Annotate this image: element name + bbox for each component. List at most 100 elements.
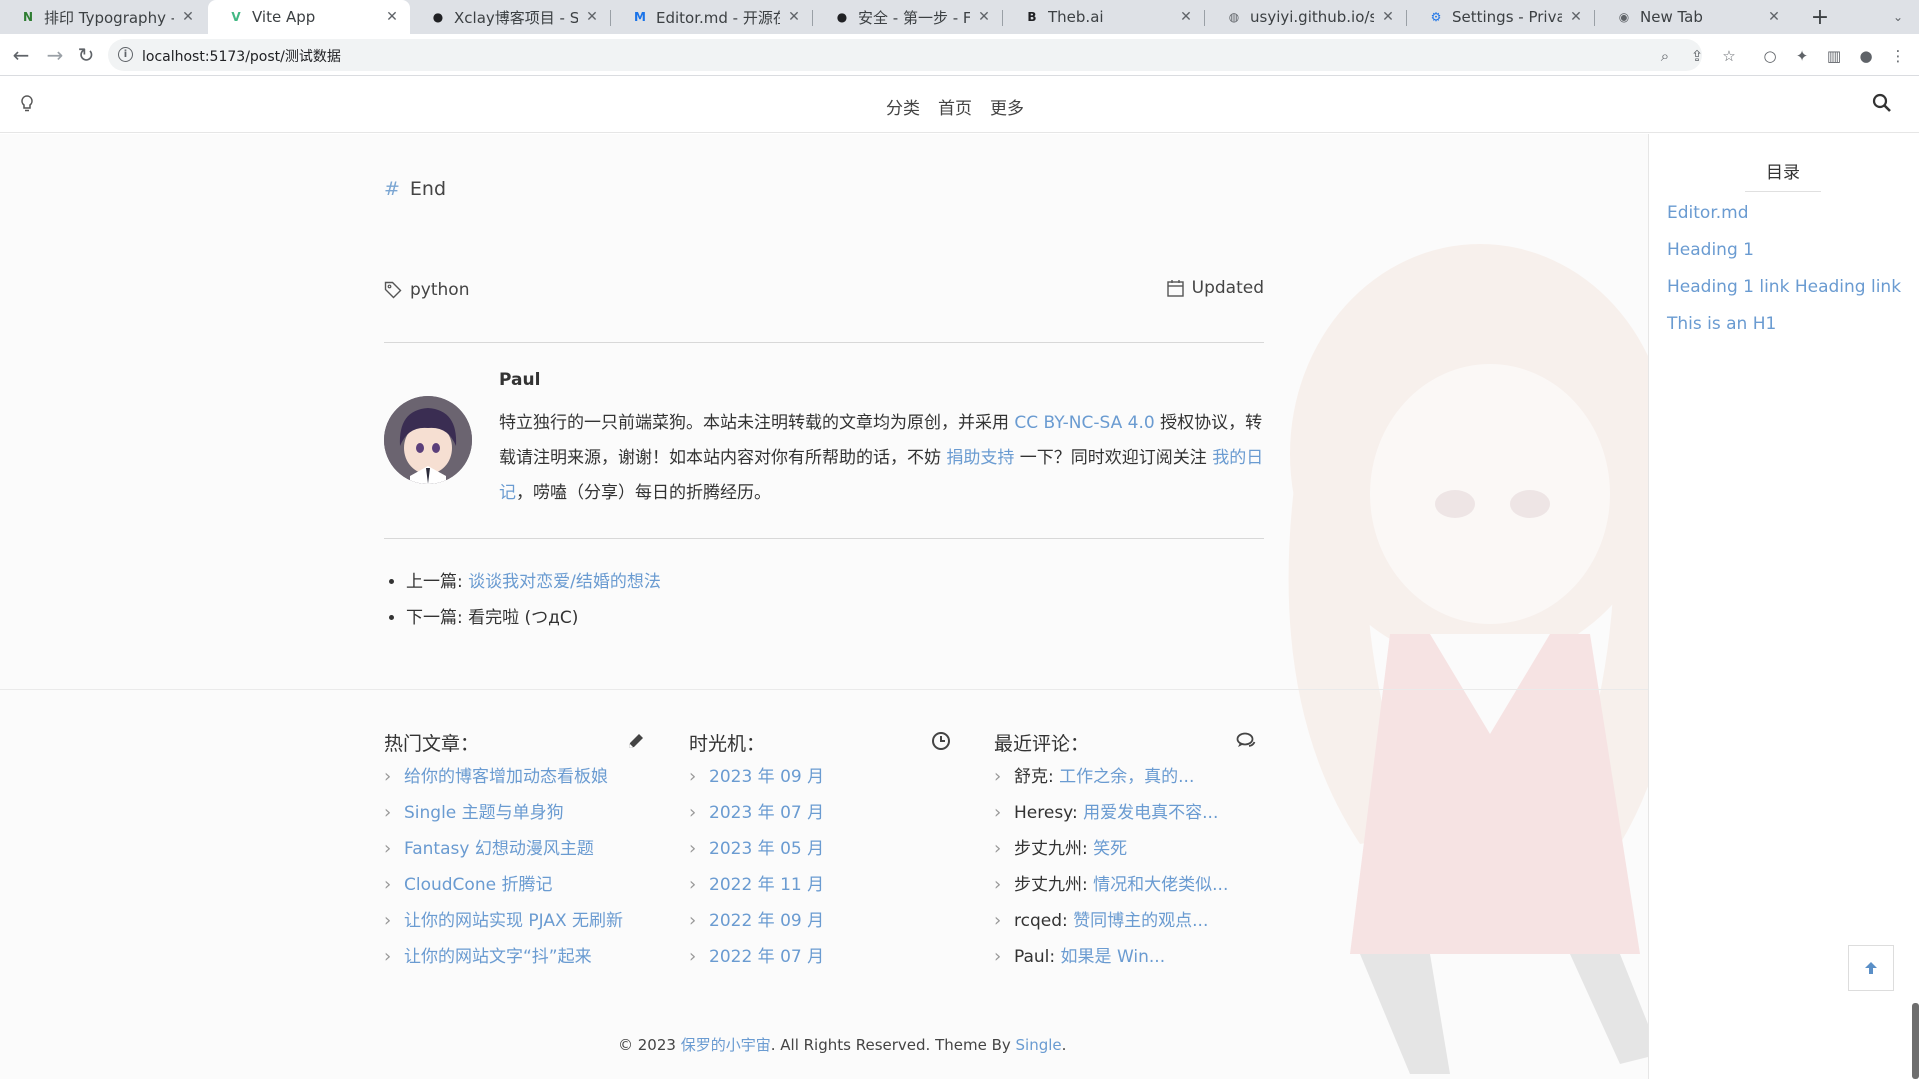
theme-link[interactable]: Single [1016, 1036, 1062, 1054]
close-tab-icon[interactable]: ✕ [1380, 9, 1396, 25]
popular-post-item[interactable]: 让你的网站实现 PJAX 无刷新 [384, 903, 646, 939]
extensions-puzzle-icon[interactable]: ✦ [1792, 46, 1812, 66]
archive-link[interactable]: 2022 年 07 月 [709, 947, 824, 967]
profile-avatar-icon[interactable]: ● [1856, 46, 1876, 66]
popular-post-item[interactable]: 给你的博客增加动态看板娘 [384, 759, 646, 795]
site-info-icon[interactable]: i [118, 47, 133, 62]
editormd-icon: M [634, 10, 646, 24]
archive-link[interactable]: 2022 年 11 月 [709, 875, 824, 895]
toc-title: 目录 [1745, 158, 1821, 192]
popular-post-link[interactable]: 给你的博客增加动态看板娘 [404, 767, 608, 787]
recent-comments-widget: 最近评论： 舒克: 工作之余，真的... Heresy: 用爱发电真不容... … [994, 729, 1256, 975]
comment-link[interactable]: 用爱发电真不容... [1083, 803, 1218, 823]
comment-item[interactable]: 步丈九州: 情况和大佬类似... [994, 867, 1256, 903]
archive-link[interactable]: 2023 年 07 月 [709, 803, 824, 823]
popular-post-item[interactable]: Single 主题与单身狗 [384, 795, 646, 831]
lightbulb-icon[interactable] [20, 95, 34, 118]
tab-title: Xclay博客项目 - Sw [454, 8, 578, 27]
popular-post-link[interactable]: Fantasy 幻想动漫风主题 [404, 839, 594, 859]
popular-post-item[interactable]: CloudCone 折腾记 [384, 867, 646, 903]
address-bar[interactable]: i localhost:5173/post/测试数据 ⌕ ⇪ ☆ [108, 39, 1736, 71]
browser-tab[interactable]: M Editor.md - 开源在线 ✕ [612, 0, 812, 34]
archive-item[interactable]: 2023 年 07 月 [689, 795, 951, 831]
archive-widget: 时光机： 2023 年 09 月 2023 年 07 月 2023 年 05 月… [689, 729, 951, 975]
close-tab-icon[interactable]: ✕ [976, 9, 992, 25]
toc-item[interactable]: Heading 1 link Heading link [1667, 272, 1901, 309]
comment-item[interactable]: Paul: 如果是 Win... [994, 939, 1256, 975]
site-name-link[interactable]: 保罗的小宇宙 [681, 1036, 771, 1054]
close-tab-icon[interactable]: ✕ [584, 9, 600, 25]
comment-link[interactable]: 如果是 Win... [1061, 947, 1166, 967]
extension-circle-icon[interactable]: ○ [1760, 46, 1780, 66]
url-text[interactable]: localhost:5173/post/测试数据 [142, 46, 341, 66]
browser-tab[interactable]: ◉ New Tab ✕ [1596, 0, 1792, 34]
side-panel-icon[interactable]: ▥ [1824, 46, 1844, 66]
archive-item[interactable]: 2023 年 09 月 [689, 759, 951, 795]
popular-post-item[interactable]: Fantasy 幻想动漫风主题 [384, 831, 646, 867]
archive-link[interactable]: 2023 年 09 月 [709, 767, 824, 787]
archive-item[interactable]: 2022 年 11 月 [689, 867, 951, 903]
comment-item[interactable]: Heresy: 用爱发电真不容... [994, 795, 1256, 831]
close-tab-icon[interactable]: ✕ [384, 9, 400, 25]
share-icon[interactable]: ⇪ [1688, 47, 1706, 65]
comment-item[interactable]: 步丈九州: 笑死 [994, 831, 1256, 867]
close-tab-icon[interactable]: ✕ [1568, 9, 1584, 25]
popular-post-link[interactable]: CloudCone 折腾记 [404, 875, 552, 895]
archive-link[interactable]: 2022 年 09 月 [709, 911, 824, 931]
comment-link[interactable]: 赞同博主的观点... [1073, 911, 1208, 931]
toc-item[interactable]: Heading 1 [1667, 235, 1901, 272]
license-link[interactable]: CC BY-NC-SA 4.0 [1014, 413, 1154, 433]
donate-link[interactable]: 捐助支持 [946, 448, 1014, 468]
zoom-icon[interactable]: ⌕ [1656, 47, 1674, 65]
toc-item[interactable]: Editor.md [1667, 198, 1901, 235]
new-tab-plus-icon[interactable]: + [1806, 0, 1834, 34]
archive-item[interactable]: 2022 年 09 月 [689, 903, 951, 939]
close-tab-icon[interactable]: ✕ [1766, 9, 1782, 25]
archive-item[interactable]: 2023 年 05 月 [689, 831, 951, 867]
browser-tab[interactable]: ● Xclay博客项目 - Sw ✕ [410, 0, 610, 34]
comment-item[interactable]: 舒克: 工作之余，真的... [994, 759, 1256, 795]
back-to-top-button[interactable] [1848, 945, 1894, 991]
popular-post-link[interactable]: 让你的网站实现 PJAX 无刷新 [404, 911, 623, 931]
archive-item[interactable]: 2022 年 07 月 [689, 939, 951, 975]
close-tab-icon[interactable]: ✕ [1178, 9, 1194, 25]
globe-icon: ◍ [1228, 10, 1240, 24]
popular-post-link[interactable]: 让你的网站文字“抖”起来 [404, 947, 592, 967]
comment-item[interactable]: rcqed: 赞同博主的观点... [994, 903, 1256, 939]
heading-anchor-hash[interactable]: # [384, 178, 400, 200]
popular-post-link[interactable]: Single 主题与单身狗 [404, 803, 564, 823]
close-tab-icon[interactable]: ✕ [180, 9, 196, 25]
comment-link[interactable]: 情况和大佬类似... [1093, 875, 1228, 895]
browser-tab[interactable]: N 排印 Typography - N ✕ [0, 0, 206, 34]
prev-post-link[interactable]: 谈谈我对恋爱/结婚的想法 [468, 572, 661, 592]
post-tag[interactable]: python [384, 280, 469, 300]
nav-item-home[interactable]: 首页 [938, 94, 972, 119]
search-icon[interactable] [1872, 93, 1892, 113]
nav-item-category[interactable]: 分类 [886, 94, 920, 119]
clock-icon [932, 732, 950, 750]
tab-search-chevron-icon[interactable]: ⌄ [1886, 0, 1910, 34]
tab-separator [1594, 10, 1595, 26]
bookmark-star-icon[interactable]: ☆ [1720, 47, 1738, 65]
browser-tab[interactable]: ⚙ Settings - Privacy ar ✕ [1408, 0, 1594, 34]
post-meta-row: python Updated [384, 278, 1264, 310]
tag-label[interactable]: python [410, 280, 469, 300]
nav-item-more[interactable]: 更多 [990, 94, 1024, 119]
browser-tab[interactable]: V Vite App ✕ [208, 0, 410, 34]
back-arrow-icon[interactable]: ← [8, 42, 34, 68]
forward-arrow-icon[interactable]: → [42, 42, 68, 68]
archive-link[interactable]: 2023 年 05 月 [709, 839, 824, 859]
footer-divider [0, 689, 1648, 690]
browser-tab[interactable]: ◍ usyiyi.github.io/sql ✕ [1206, 0, 1406, 34]
comment-link[interactable]: 工作之余，真的... [1059, 767, 1194, 787]
comment-link[interactable]: 笑死 [1093, 839, 1127, 859]
browser-tab[interactable]: B Theb.ai ✕ [1004, 0, 1204, 34]
page-scrollbar[interactable] [1912, 1003, 1919, 1079]
author-avatar [384, 396, 472, 484]
browser-menu-icon[interactable]: ⋮ [1888, 46, 1908, 66]
browser-tab[interactable]: ● 安全 - 第一步 - Fast ✕ [814, 0, 1002, 34]
reload-icon[interactable]: ↻ [73, 42, 99, 68]
popular-post-item[interactable]: 让你的网站文字“抖”起来 [384, 939, 646, 975]
close-tab-icon[interactable]: ✕ [786, 9, 802, 25]
toc-item[interactable]: This is an H1 [1667, 309, 1901, 346]
